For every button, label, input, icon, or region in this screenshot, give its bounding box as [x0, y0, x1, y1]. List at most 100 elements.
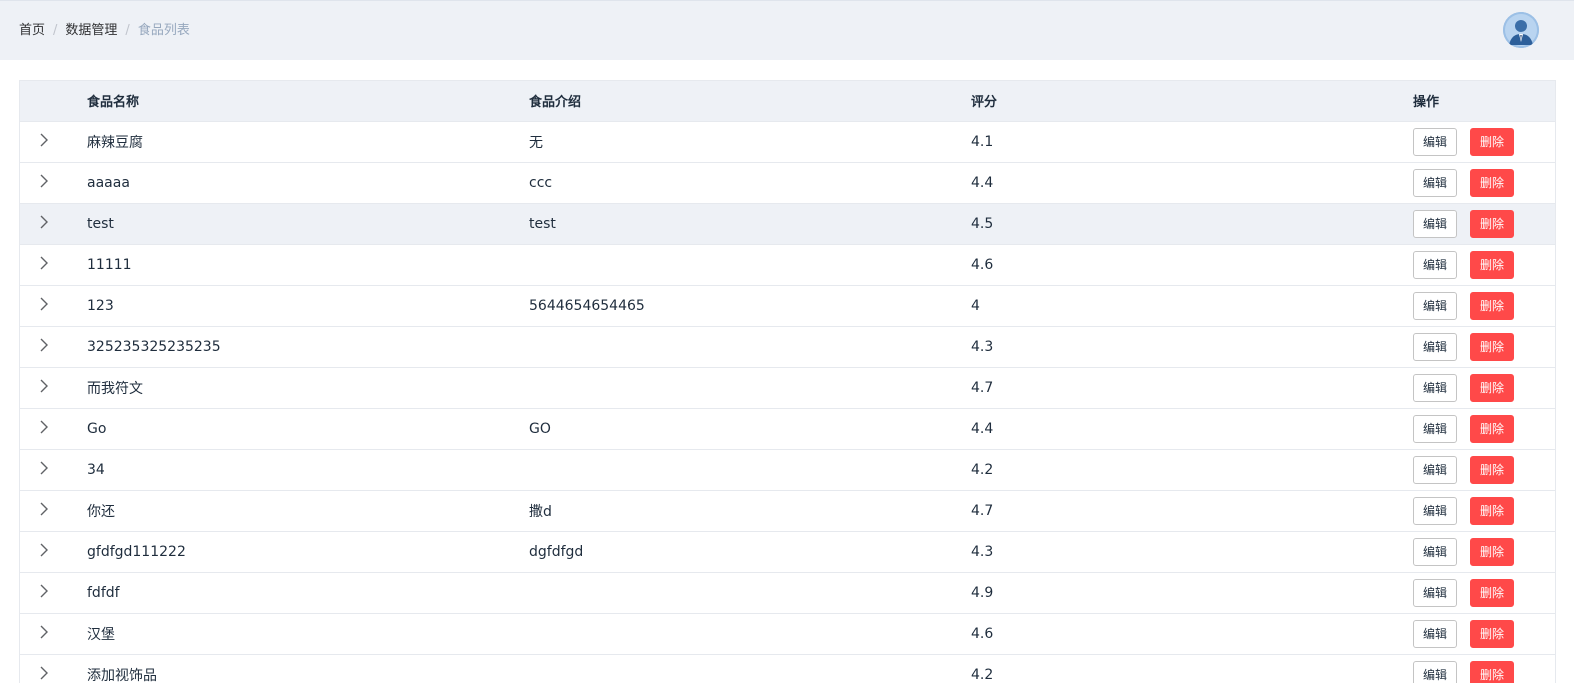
expand-cell[interactable]: [20, 326, 67, 368]
edit-button[interactable]: 编辑: [1413, 168, 1458, 197]
top-header: 首页 / 数据管理 / 食品列表: [0, 0, 1574, 60]
edit-button[interactable]: 编辑: [1413, 332, 1458, 361]
score-cell: 4.2: [951, 654, 1393, 683]
chevron-right-icon[interactable]: [39, 215, 49, 233]
edit-button[interactable]: 编辑: [1413, 209, 1458, 238]
score-cell: 4: [951, 285, 1393, 327]
delete-button[interactable]: 删除: [1470, 414, 1515, 443]
expand-cell[interactable]: [20, 285, 67, 327]
table-row: aaaaa ccc 4.4 编辑 删除: [20, 162, 1555, 204]
delete-button[interactable]: 删除: [1470, 209, 1515, 238]
expand-cell[interactable]: [20, 449, 67, 491]
food-name-cell: 34: [67, 449, 509, 491]
delete-button[interactable]: 删除: [1470, 578, 1515, 607]
edit-button[interactable]: 编辑: [1413, 291, 1458, 320]
chevron-right-icon[interactable]: [39, 338, 49, 356]
chevron-right-icon[interactable]: [39, 502, 49, 520]
expand-cell[interactable]: [20, 162, 67, 204]
table-row: 而我符文 4.7 编辑 删除: [20, 367, 1555, 409]
food-name-cell: test: [67, 203, 509, 245]
chevron-right-icon[interactable]: [39, 420, 49, 438]
chevron-right-icon[interactable]: [39, 174, 49, 192]
expand-cell[interactable]: [20, 203, 67, 245]
table-row: 34 4.2 编辑 删除: [20, 449, 1555, 491]
edit-button[interactable]: 编辑: [1413, 660, 1458, 683]
table-row: 添加视饰品 4.2 编辑 删除: [20, 654, 1555, 683]
delete-button[interactable]: 删除: [1470, 291, 1515, 320]
header-food-name: 食品名称: [67, 81, 509, 122]
chevron-right-icon[interactable]: [39, 543, 49, 561]
food-name-cell: 325235325235235: [67, 326, 509, 368]
expand-cell[interactable]: [20, 531, 67, 573]
user-avatar-icon[interactable]: [1503, 12, 1539, 48]
score-cell: 4.3: [951, 326, 1393, 368]
operations-cell: 编辑 删除: [1393, 531, 1555, 573]
operations-cell: 编辑 删除: [1393, 613, 1555, 655]
chevron-right-icon[interactable]: [39, 584, 49, 602]
expand-cell[interactable]: [20, 244, 67, 286]
score-cell: 4.5: [951, 203, 1393, 245]
expand-cell[interactable]: [20, 408, 67, 450]
food-desc-cell: [509, 367, 951, 409]
delete-button[interactable]: 删除: [1470, 332, 1515, 361]
score-cell: 4.6: [951, 613, 1393, 655]
edit-button[interactable]: 编辑: [1413, 537, 1458, 566]
food-desc-cell: [509, 326, 951, 368]
expand-cell[interactable]: [20, 654, 67, 683]
food-desc-cell: GO: [509, 408, 951, 450]
table-row: 麻辣豆腐无 4.1 编辑 删除: [20, 121, 1555, 163]
food-name-cell: 汉堡: [67, 613, 509, 655]
food-desc-cell: [509, 449, 951, 491]
breadcrumb: 首页 / 数据管理 / 食品列表: [19, 22, 190, 40]
operations-cell: 编辑 删除: [1393, 121, 1555, 163]
table-row: 汉堡 4.6 编辑 删除: [20, 613, 1555, 655]
operations-cell: 编辑 删除: [1393, 654, 1555, 683]
table-row: test test 4.5 编辑 删除: [20, 203, 1555, 245]
expand-cell[interactable]: [20, 490, 67, 532]
delete-button[interactable]: 删除: [1470, 660, 1515, 683]
delete-button[interactable]: 删除: [1470, 127, 1515, 156]
chevron-right-icon[interactable]: [39, 297, 49, 315]
food-name-cell: 添加视饰品: [67, 654, 509, 683]
expand-cell[interactable]: [20, 572, 67, 614]
edit-button[interactable]: 编辑: [1413, 250, 1458, 279]
delete-button[interactable]: 删除: [1470, 250, 1515, 279]
breadcrumb-home[interactable]: 首页: [19, 23, 45, 38]
expand-cell[interactable]: [20, 613, 67, 655]
chevron-right-icon[interactable]: [39, 461, 49, 479]
operations-cell: 编辑 删除: [1393, 367, 1555, 409]
delete-button[interactable]: 删除: [1470, 619, 1515, 648]
chevron-right-icon[interactable]: [39, 625, 49, 643]
delete-button[interactable]: 删除: [1470, 455, 1515, 484]
table-row: 325235325235235 4.3 编辑 删除: [20, 326, 1555, 368]
breadcrumb-separator: /: [53, 23, 58, 38]
edit-button[interactable]: 编辑: [1413, 578, 1458, 607]
delete-button[interactable]: 删除: [1470, 168, 1515, 197]
edit-button[interactable]: 编辑: [1413, 619, 1458, 648]
edit-button[interactable]: 编辑: [1413, 455, 1458, 484]
chevron-right-icon[interactable]: [39, 666, 49, 683]
food-desc-cell: 撒d: [509, 490, 951, 532]
chevron-right-icon[interactable]: [39, 379, 49, 397]
operations-cell: 编辑 删除: [1393, 285, 1555, 327]
delete-button[interactable]: 删除: [1470, 373, 1515, 402]
operations-cell: 编辑 删除: [1393, 572, 1555, 614]
food-name-cell: aaaaa: [67, 162, 509, 204]
chevron-right-icon[interactable]: [39, 256, 49, 274]
operations-cell: 编辑 删除: [1393, 203, 1555, 245]
delete-button[interactable]: 删除: [1470, 537, 1515, 566]
edit-button[interactable]: 编辑: [1413, 373, 1458, 402]
expand-cell[interactable]: [20, 367, 67, 409]
header-score: 评分: [951, 81, 1393, 122]
expand-cell[interactable]: [20, 121, 67, 163]
chevron-right-icon[interactable]: [39, 133, 49, 151]
table-row: fdfdf 4.9 编辑 删除: [20, 572, 1555, 614]
edit-button[interactable]: 编辑: [1413, 496, 1458, 525]
operations-cell: 编辑 删除: [1393, 490, 1555, 532]
food-table: 食品名称 食品介绍 评分 操作 麻辣豆腐无 4.1 编辑 删除 aaaaa ccc 4.4 编…: [19, 80, 1556, 683]
edit-button[interactable]: 编辑: [1413, 414, 1458, 443]
breadcrumb-data-manage[interactable]: 数据管理: [65, 23, 117, 38]
score-cell: 4.4: [951, 162, 1393, 204]
delete-button[interactable]: 删除: [1470, 496, 1515, 525]
edit-button[interactable]: 编辑: [1413, 127, 1458, 156]
